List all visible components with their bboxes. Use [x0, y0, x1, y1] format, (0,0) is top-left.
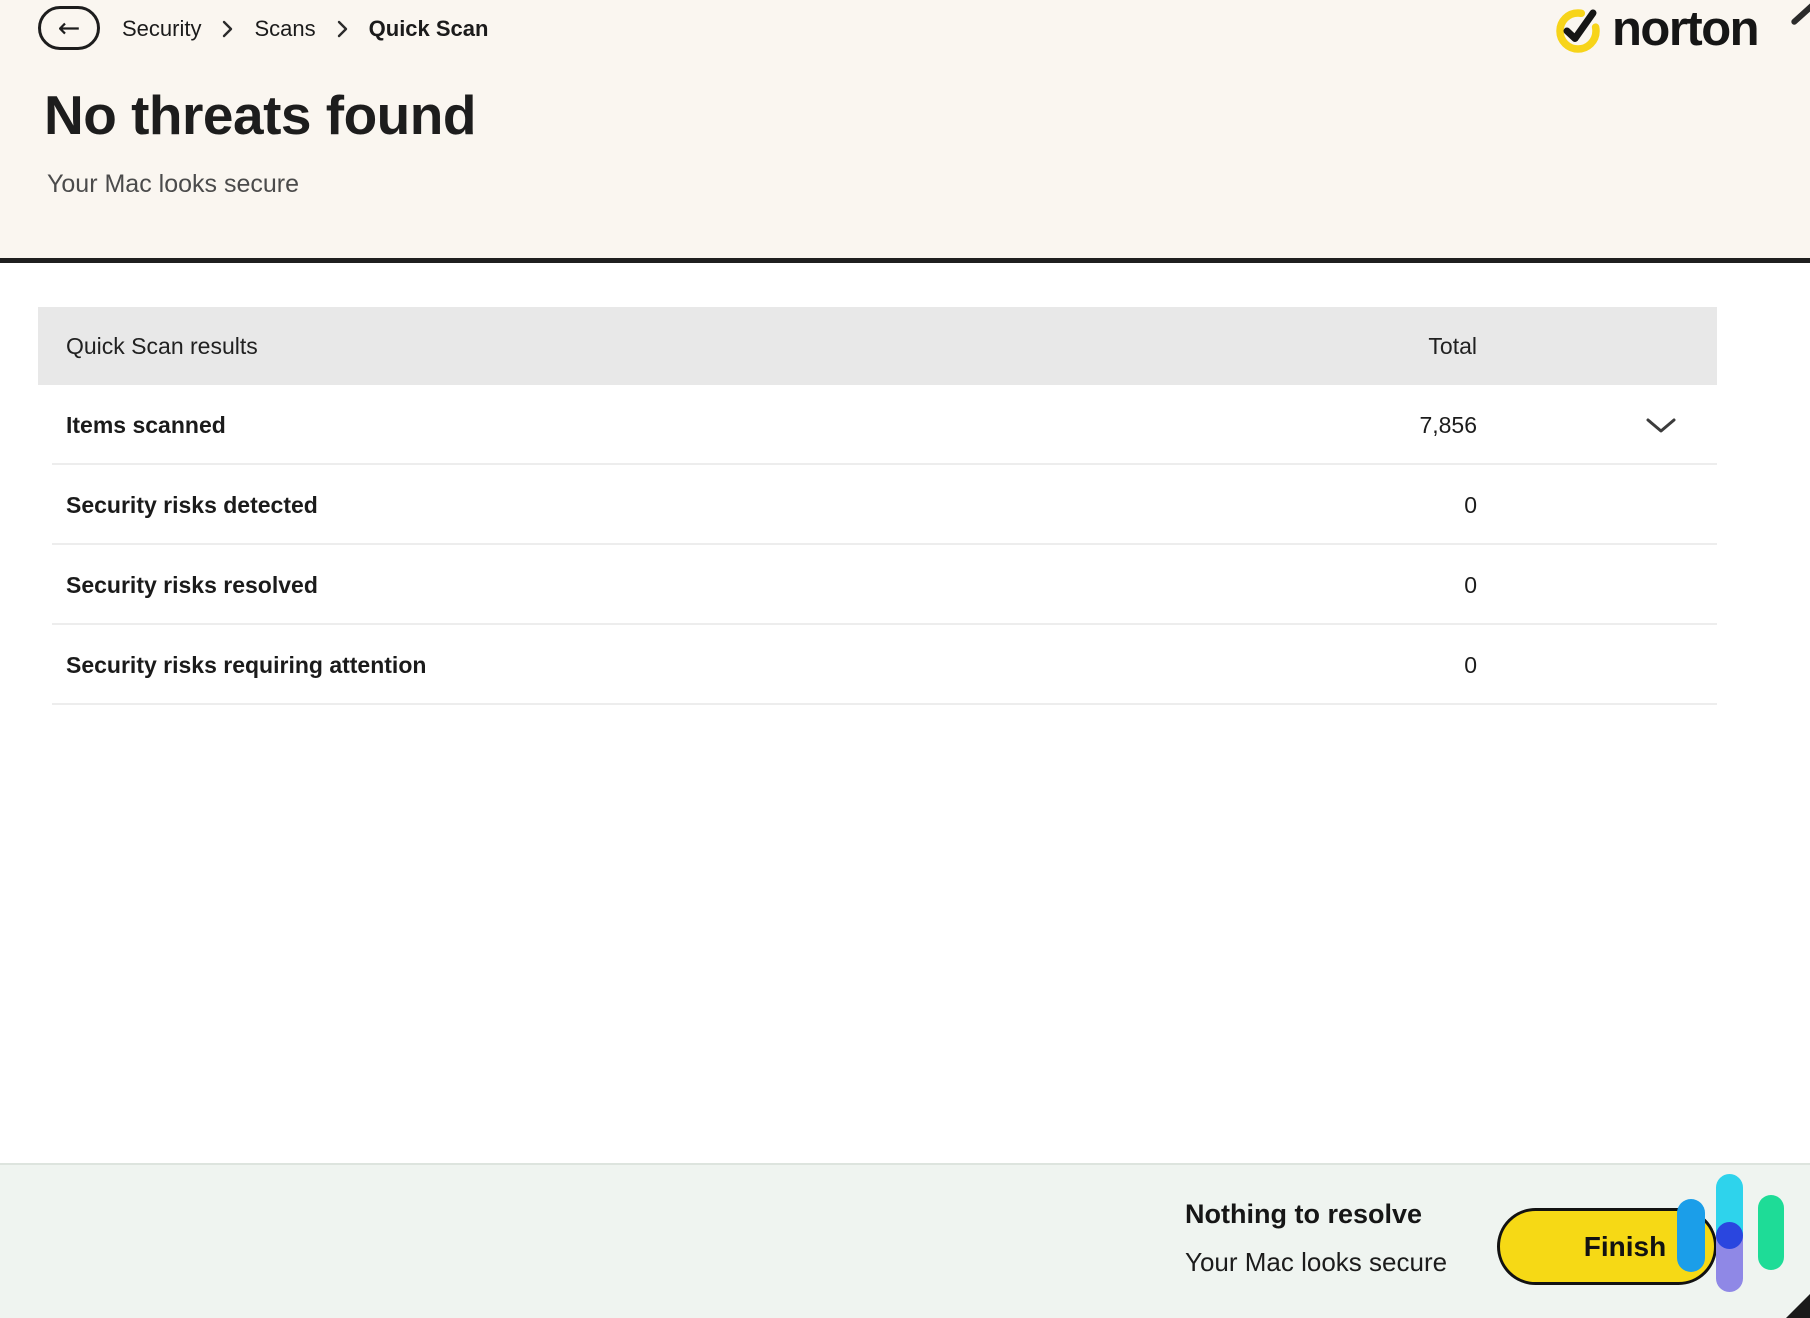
footer-status-title: Nothing to resolve	[1185, 1199, 1422, 1230]
norton-logo: norton	[1554, 3, 1758, 60]
breadcrumb-item-security[interactable]: Security	[122, 16, 201, 42]
row-value: 0	[1277, 492, 1477, 519]
table-row-items-scanned[interactable]: Items scanned 7,856	[38, 385, 1717, 465]
chevron-down-icon[interactable]	[1645, 417, 1677, 434]
table-row-risks-resolved: Security risks resolved 0	[38, 545, 1717, 625]
row-label: Security risks detected	[38, 492, 1277, 519]
decorative-bar-green	[1758, 1195, 1784, 1270]
norton-wordmark: norton	[1612, 5, 1758, 54]
breadcrumb-item-quick-scan: Quick Scan	[369, 16, 489, 42]
footer-status-subtitle: Your Mac looks secure	[1185, 1247, 1447, 1278]
back-button[interactable]: ←	[38, 6, 100, 50]
table-row-risks-requiring-attention: Security risks requiring attention 0	[38, 625, 1717, 705]
breadcrumb: Security Scans Quick Scan	[122, 12, 488, 46]
back-arrow-icon: ←	[58, 15, 81, 42]
row-label: Security risks requiring attention	[38, 652, 1277, 679]
table-title: Quick Scan results	[38, 333, 1277, 360]
row-value: 7,856	[1277, 412, 1477, 439]
page-title: No threats found	[44, 84, 476, 147]
finish-button-label: Finish	[1584, 1231, 1666, 1263]
page-subtitle: Your Mac looks secure	[47, 170, 299, 199]
topbar: ← Security Scans Quick Scan norton No th…	[0, 0, 1810, 263]
decorative-corner-shape	[1790, 0, 1810, 26]
decorative-circle-blue	[1716, 1222, 1743, 1249]
row-value: 0	[1277, 572, 1477, 599]
row-label: Items scanned	[38, 412, 1277, 439]
row-value: 0	[1277, 652, 1477, 679]
breadcrumb-chevron-icon	[337, 20, 348, 38]
breadcrumb-chevron-icon	[222, 20, 233, 38]
quick-scan-results-table: Quick Scan results Total Items scanned 7…	[38, 307, 1717, 705]
norton-check-icon	[1554, 3, 1604, 60]
footer-bar: Nothing to resolve Your Mac looks secure…	[0, 1163, 1810, 1318]
row-label: Security risks resolved	[38, 572, 1277, 599]
decorative-corner-wedge	[1784, 1294, 1810, 1318]
total-column-header: Total	[1277, 333, 1477, 360]
breadcrumb-item-scans[interactable]: Scans	[254, 16, 315, 42]
table-row-risks-detected: Security risks detected 0	[38, 465, 1717, 545]
decorative-bar-skyblue	[1677, 1199, 1705, 1272]
table-header-row: Quick Scan results Total	[38, 307, 1717, 385]
norton-quick-scan-window: ← Security Scans Quick Scan norton No th…	[0, 0, 1810, 1318]
